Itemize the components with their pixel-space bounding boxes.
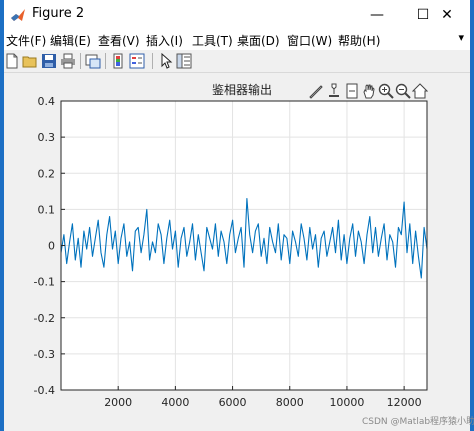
y-tick-label: 0	[48, 240, 55, 253]
y-tick-label: 0.3	[38, 131, 56, 144]
y-tick-label: -0.2	[34, 312, 55, 325]
zoom-out-icon[interactable]	[395, 83, 411, 99]
x-tick-label: 6000	[219, 396, 247, 409]
x-tick-label: 10000	[329, 396, 364, 409]
x-tick-label: 12000	[387, 396, 422, 409]
y-tick-label: 0.4	[38, 95, 56, 108]
y-tick-label: -0.3	[34, 348, 55, 361]
x-tick-label: 2000	[104, 396, 132, 409]
pan-icon[interactable]	[361, 83, 377, 99]
zoom-in-icon[interactable]	[378, 83, 394, 99]
data-tips-icon[interactable]	[326, 83, 342, 99]
y-tick-label: 0.1	[38, 203, 56, 216]
y-tick-label: 0.2	[38, 167, 56, 180]
x-tick-label: 4000	[161, 396, 189, 409]
plot-svg: 2000 4000 6000 8000 10000 12000 -0.4 -0.3 -0.2 -0…	[34, 95, 428, 409]
plot-title: 鉴相器输出	[212, 83, 273, 97]
figure-window: Figure 2 — ☐ ✕ 文件(F) 编辑(E) 查看(V) 插入(I) 工…	[0, 0, 474, 431]
y-tick-label: -0.4	[34, 384, 55, 397]
home-icon[interactable]	[412, 83, 428, 99]
y-tick-label: -0.1	[34, 276, 55, 289]
brush-icon[interactable]	[308, 83, 324, 99]
x-tick-label: 8000	[276, 396, 304, 409]
save-axes-icon[interactable]	[344, 83, 360, 99]
watermark-text: CSDN @Matlab程序猿小助手	[362, 417, 474, 427]
